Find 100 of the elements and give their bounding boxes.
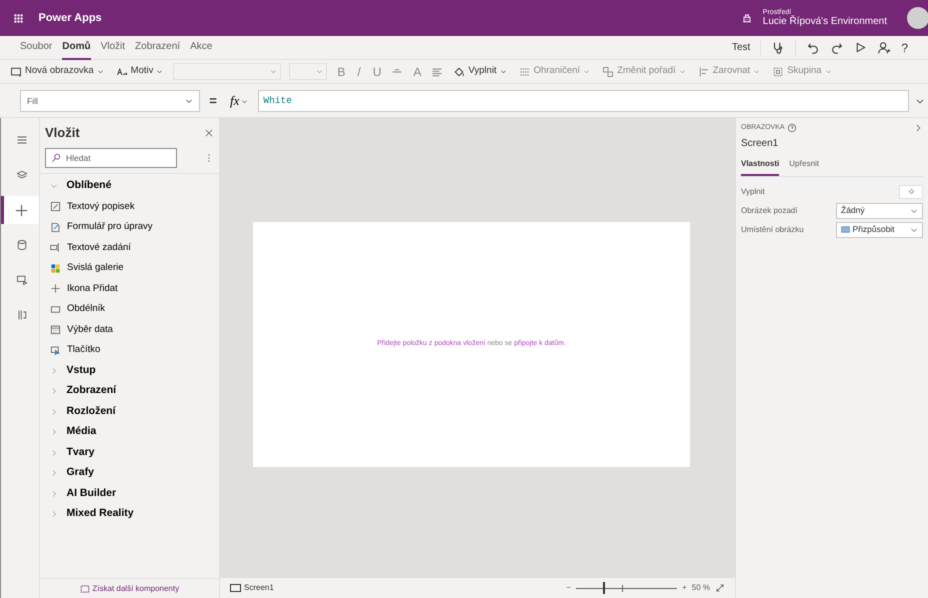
insert-item[interactable]: Textový popisek xyxy=(40,196,219,217)
expand-icon[interactable] xyxy=(715,583,725,593)
database-icon xyxy=(16,239,28,251)
plus-icon xyxy=(14,202,29,218)
formula-field[interactable]: White xyxy=(258,90,909,112)
caret-icon xyxy=(316,68,324,75)
undo-icon[interactable] xyxy=(806,40,820,54)
caret-icon xyxy=(185,97,193,105)
calendar-icon xyxy=(50,324,61,336)
category-header[interactable]: Média xyxy=(40,422,219,442)
category-header[interactable]: Rozložení xyxy=(40,402,219,422)
zoom-reading: 50 % xyxy=(692,582,710,594)
menu-tab[interactable]: Soubor xyxy=(20,35,52,60)
text-input-icon xyxy=(50,242,61,254)
insert-item[interactable]: Tlačítko xyxy=(40,340,219,360)
caret-icon xyxy=(241,98,248,104)
insert-item[interactable]: Textové zadání xyxy=(40,238,219,258)
chevron-right-icon xyxy=(50,387,58,396)
category-header[interactable]: Vstup xyxy=(40,360,219,381)
rail-button[interactable] xyxy=(1,196,39,224)
chevron-right-icon xyxy=(50,428,58,436)
label-icon xyxy=(50,201,61,212)
layers-icon xyxy=(16,169,28,181)
get-components-link[interactable]: Získat další komponenty xyxy=(80,582,180,594)
slider-thumb[interactable] xyxy=(603,582,606,594)
gallery-icon xyxy=(50,262,61,274)
components-icon xyxy=(80,584,90,594)
caret-icon xyxy=(583,68,590,75)
property-dropdown[interactable]: Fill xyxy=(20,90,200,112)
category-header[interactable]: Zobrazení xyxy=(40,381,219,402)
panel-title: Vložit xyxy=(45,124,80,142)
properties-tab[interactable]: Upřesnit xyxy=(789,156,820,176)
zoom-out-button[interactable]: − xyxy=(566,582,572,594)
avatar[interactable] xyxy=(907,7,928,29)
zoom-in-button[interactable]: + xyxy=(682,582,687,594)
search-field[interactable]: Hledat xyxy=(45,148,177,168)
caret-icon xyxy=(96,68,104,75)
screen-name: Screen1 xyxy=(741,137,780,151)
rectangle-icon xyxy=(50,304,61,315)
environment-name[interactable]: Lucie Řípová's Environment xyxy=(762,16,887,27)
help-button[interactable]: ? xyxy=(901,38,908,56)
insert-item[interactable]: Svislá galerie xyxy=(40,258,219,278)
chevron-right-icon xyxy=(50,469,58,478)
category-header[interactable]: Tvary xyxy=(40,442,219,463)
chevron-down-icon xyxy=(50,182,58,190)
toolbar-button[interactable]: Vyplnit xyxy=(451,64,509,79)
caret-icon xyxy=(270,68,278,75)
chevron-right-icon xyxy=(50,510,58,518)
reorder-icon xyxy=(602,66,614,78)
caret-icon xyxy=(824,68,832,75)
toolbar-button[interactable]: Nová obrazovka xyxy=(8,64,106,79)
caret-icon xyxy=(156,68,164,75)
screen-tab[interactable]: Screen1 xyxy=(230,582,274,594)
test-button[interactable]: Test xyxy=(732,40,750,55)
menu-tab[interactable]: Vložit xyxy=(100,35,126,60)
screen-icon xyxy=(10,66,22,78)
insert-item[interactable]: Obdélník xyxy=(40,299,219,320)
insert-item[interactable]: Výběr data xyxy=(40,320,219,340)
caret-icon xyxy=(678,68,686,75)
toolbar-button[interactable]: Motiv xyxy=(114,64,166,79)
property-label: Vyplnit xyxy=(741,186,766,198)
button-icon xyxy=(50,344,61,356)
menu-tab[interactable]: Zobrazení xyxy=(135,35,180,60)
waffle-icon xyxy=(12,12,24,24)
help-icon[interactable] xyxy=(787,123,798,134)
insert-item[interactable]: Ikona Přidat xyxy=(40,278,219,299)
play-icon[interactable] xyxy=(854,41,868,54)
border-icon xyxy=(518,66,531,78)
chevron-right-icon xyxy=(50,490,58,498)
redo-icon[interactable] xyxy=(830,40,844,54)
color-picker-button[interactable] xyxy=(899,184,923,198)
media-icon xyxy=(16,274,28,286)
chevron-right-icon xyxy=(50,408,58,416)
property-label: Obrázek pozadí xyxy=(741,204,798,216)
property-label: Umístění obrázku xyxy=(741,224,805,236)
plus-icon xyxy=(50,283,61,294)
category-header[interactable]: Grafy xyxy=(40,463,219,484)
menu-tab[interactable]: Akce xyxy=(190,35,212,60)
properties-tab[interactable]: Vlastnosti xyxy=(741,156,780,176)
caret-icon xyxy=(500,68,507,75)
person-add-icon[interactable] xyxy=(877,40,892,54)
category-header[interactable]: Oblíbené xyxy=(40,176,219,196)
property-dropdown[interactable]: Žádný xyxy=(836,202,923,218)
form-icon xyxy=(50,222,61,233)
insert-item[interactable]: Formulář pro úpravy xyxy=(40,217,219,238)
zoom-slider[interactable] xyxy=(576,582,678,594)
group-icon xyxy=(772,66,784,78)
property-dropdown[interactable]: Přizpůsobit xyxy=(836,222,923,238)
align-icon xyxy=(698,66,710,78)
chevron-right-icon xyxy=(50,448,58,457)
category-header[interactable]: Mixed Reality xyxy=(40,504,219,524)
caret-icon xyxy=(753,68,760,75)
theme-icon xyxy=(116,66,128,78)
image-icon xyxy=(841,225,850,234)
equals-sign: = xyxy=(208,92,218,110)
category-header[interactable]: AI Builder xyxy=(40,484,219,504)
menu-icon xyxy=(16,134,28,146)
chevron-right-icon xyxy=(50,366,58,375)
app-title: Power Apps xyxy=(38,10,102,26)
close-icon[interactable] xyxy=(204,128,214,138)
